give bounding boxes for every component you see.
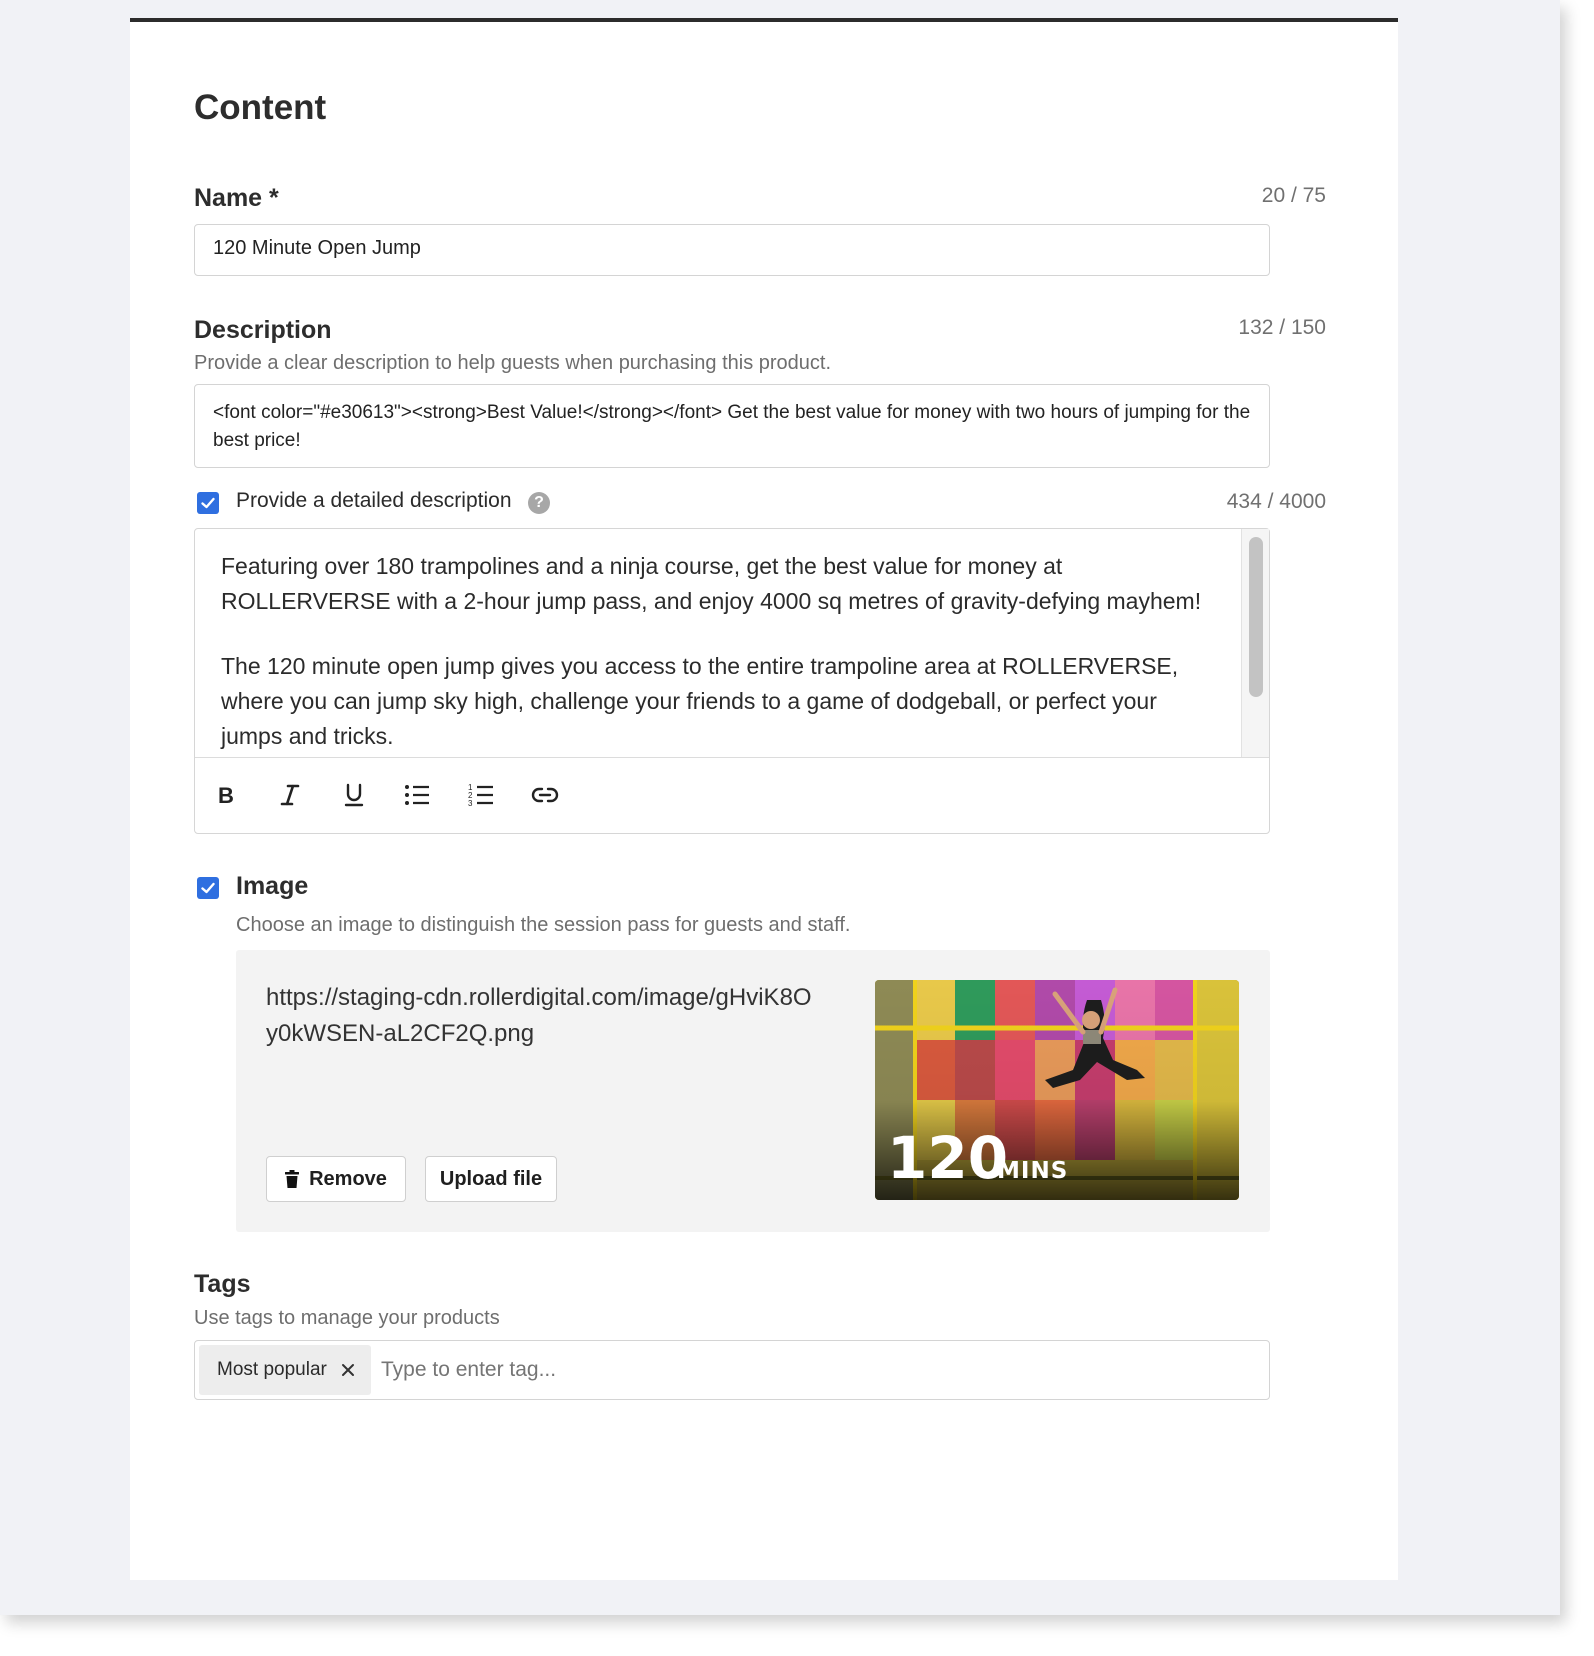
- tag-chip-label: Most popular: [217, 1359, 327, 1380]
- link-button[interactable]: [527, 777, 563, 813]
- preview-overlay-unit: MINS: [997, 1158, 1069, 1184]
- name-input[interactable]: 120 Minute Open Jump: [194, 224, 1270, 276]
- detailed-counter: 434 / 4000: [1226, 490, 1326, 513]
- bold-button[interactable]: B: [208, 777, 244, 813]
- italic-icon: [280, 784, 300, 806]
- scrollbar-track[interactable]: [1241, 529, 1269, 757]
- description-label: Description: [194, 316, 332, 344]
- bulleted-list-button[interactable]: [399, 777, 435, 813]
- bulleted-list-icon: [405, 785, 429, 805]
- name-input-value: 120 Minute Open Jump: [213, 237, 421, 259]
- image-helper: Choose an image to distinguish the sessi…: [236, 914, 851, 936]
- description-input-value: <font color="#e30613"><strong>Best Value…: [213, 402, 1251, 451]
- image-preview: 120 MINS: [875, 980, 1239, 1200]
- image-url: https://staging-cdn.rollerdigital.com/im…: [266, 980, 812, 1052]
- trash-icon: [285, 1170, 300, 1188]
- tag-text-input[interactable]: [381, 1353, 1241, 1387]
- scrollbar-thumb[interactable]: [1249, 537, 1263, 697]
- rich-text-content[interactable]: Featuring over 180 trampolines and a nin…: [195, 529, 1241, 757]
- italic-button[interactable]: [272, 777, 308, 813]
- remove-button-label: Remove: [309, 1167, 387, 1190]
- preview-overlay-number: 120: [887, 1124, 1009, 1192]
- description-input[interactable]: <font color="#e30613"><strong>Best Value…: [194, 384, 1270, 468]
- detailed-paragraph-2: The 120 minute open jump gives you acces…: [221, 653, 1179, 749]
- link-icon: [531, 787, 559, 803]
- name-counter: 20 / 75: [1261, 184, 1326, 207]
- tag-chip: Most popular: [199, 1345, 371, 1395]
- underline-icon: [344, 783, 364, 807]
- help-icon[interactable]: ?: [528, 492, 550, 514]
- svg-text:B: B: [218, 783, 234, 807]
- upload-file-button[interactable]: Upload file: [425, 1156, 557, 1202]
- svg-text:3: 3: [468, 799, 473, 807]
- detailed-description-checkbox[interactable]: [197, 492, 219, 514]
- checkmark-icon: [201, 882, 215, 894]
- name-label: Name *: [194, 184, 279, 212]
- bold-icon: B: [218, 783, 234, 807]
- tags-input[interactable]: Most popular: [194, 1340, 1270, 1400]
- image-panel: https://staging-cdn.rollerdigital.com/im…: [236, 950, 1270, 1232]
- image-url-line-1: https://staging-cdn.rollerdigital.com/im…: [266, 984, 812, 1011]
- description-helper: Provide a clear description to help gues…: [194, 352, 832, 374]
- remove-button[interactable]: Remove: [266, 1156, 406, 1202]
- image-checkbox[interactable]: [197, 877, 219, 899]
- content-card: Content Name * 20 / 75 120 Minute Open J…: [130, 18, 1398, 1580]
- tags-label: Tags: [194, 1270, 251, 1298]
- description-counter: 132 / 150: [1238, 316, 1326, 339]
- checkmark-icon: [201, 497, 215, 509]
- close-icon[interactable]: [341, 1363, 355, 1377]
- image-url-line-2: y0kWSEN-aL2CF2Q.png: [266, 1020, 535, 1047]
- underline-button[interactable]: [336, 777, 372, 813]
- detailed-paragraph-1: Featuring over 180 trampolines and a nin…: [221, 553, 1202, 614]
- image-label: Image: [236, 872, 309, 900]
- section-title: Content: [194, 88, 327, 127]
- numbered-list-button[interactable]: 1 2 3: [463, 777, 499, 813]
- detailed-description-label: Provide a detailed description: [236, 489, 512, 512]
- page-background: Content Name * 20 / 75 120 Minute Open J…: [0, 0, 1560, 1615]
- upload-file-label: Upload file: [439, 1167, 543, 1190]
- toolbar-divider: [195, 757, 1269, 758]
- tags-helper: Use tags to manage your products: [194, 1307, 500, 1329]
- numbered-list-icon: 1 2 3: [468, 783, 493, 807]
